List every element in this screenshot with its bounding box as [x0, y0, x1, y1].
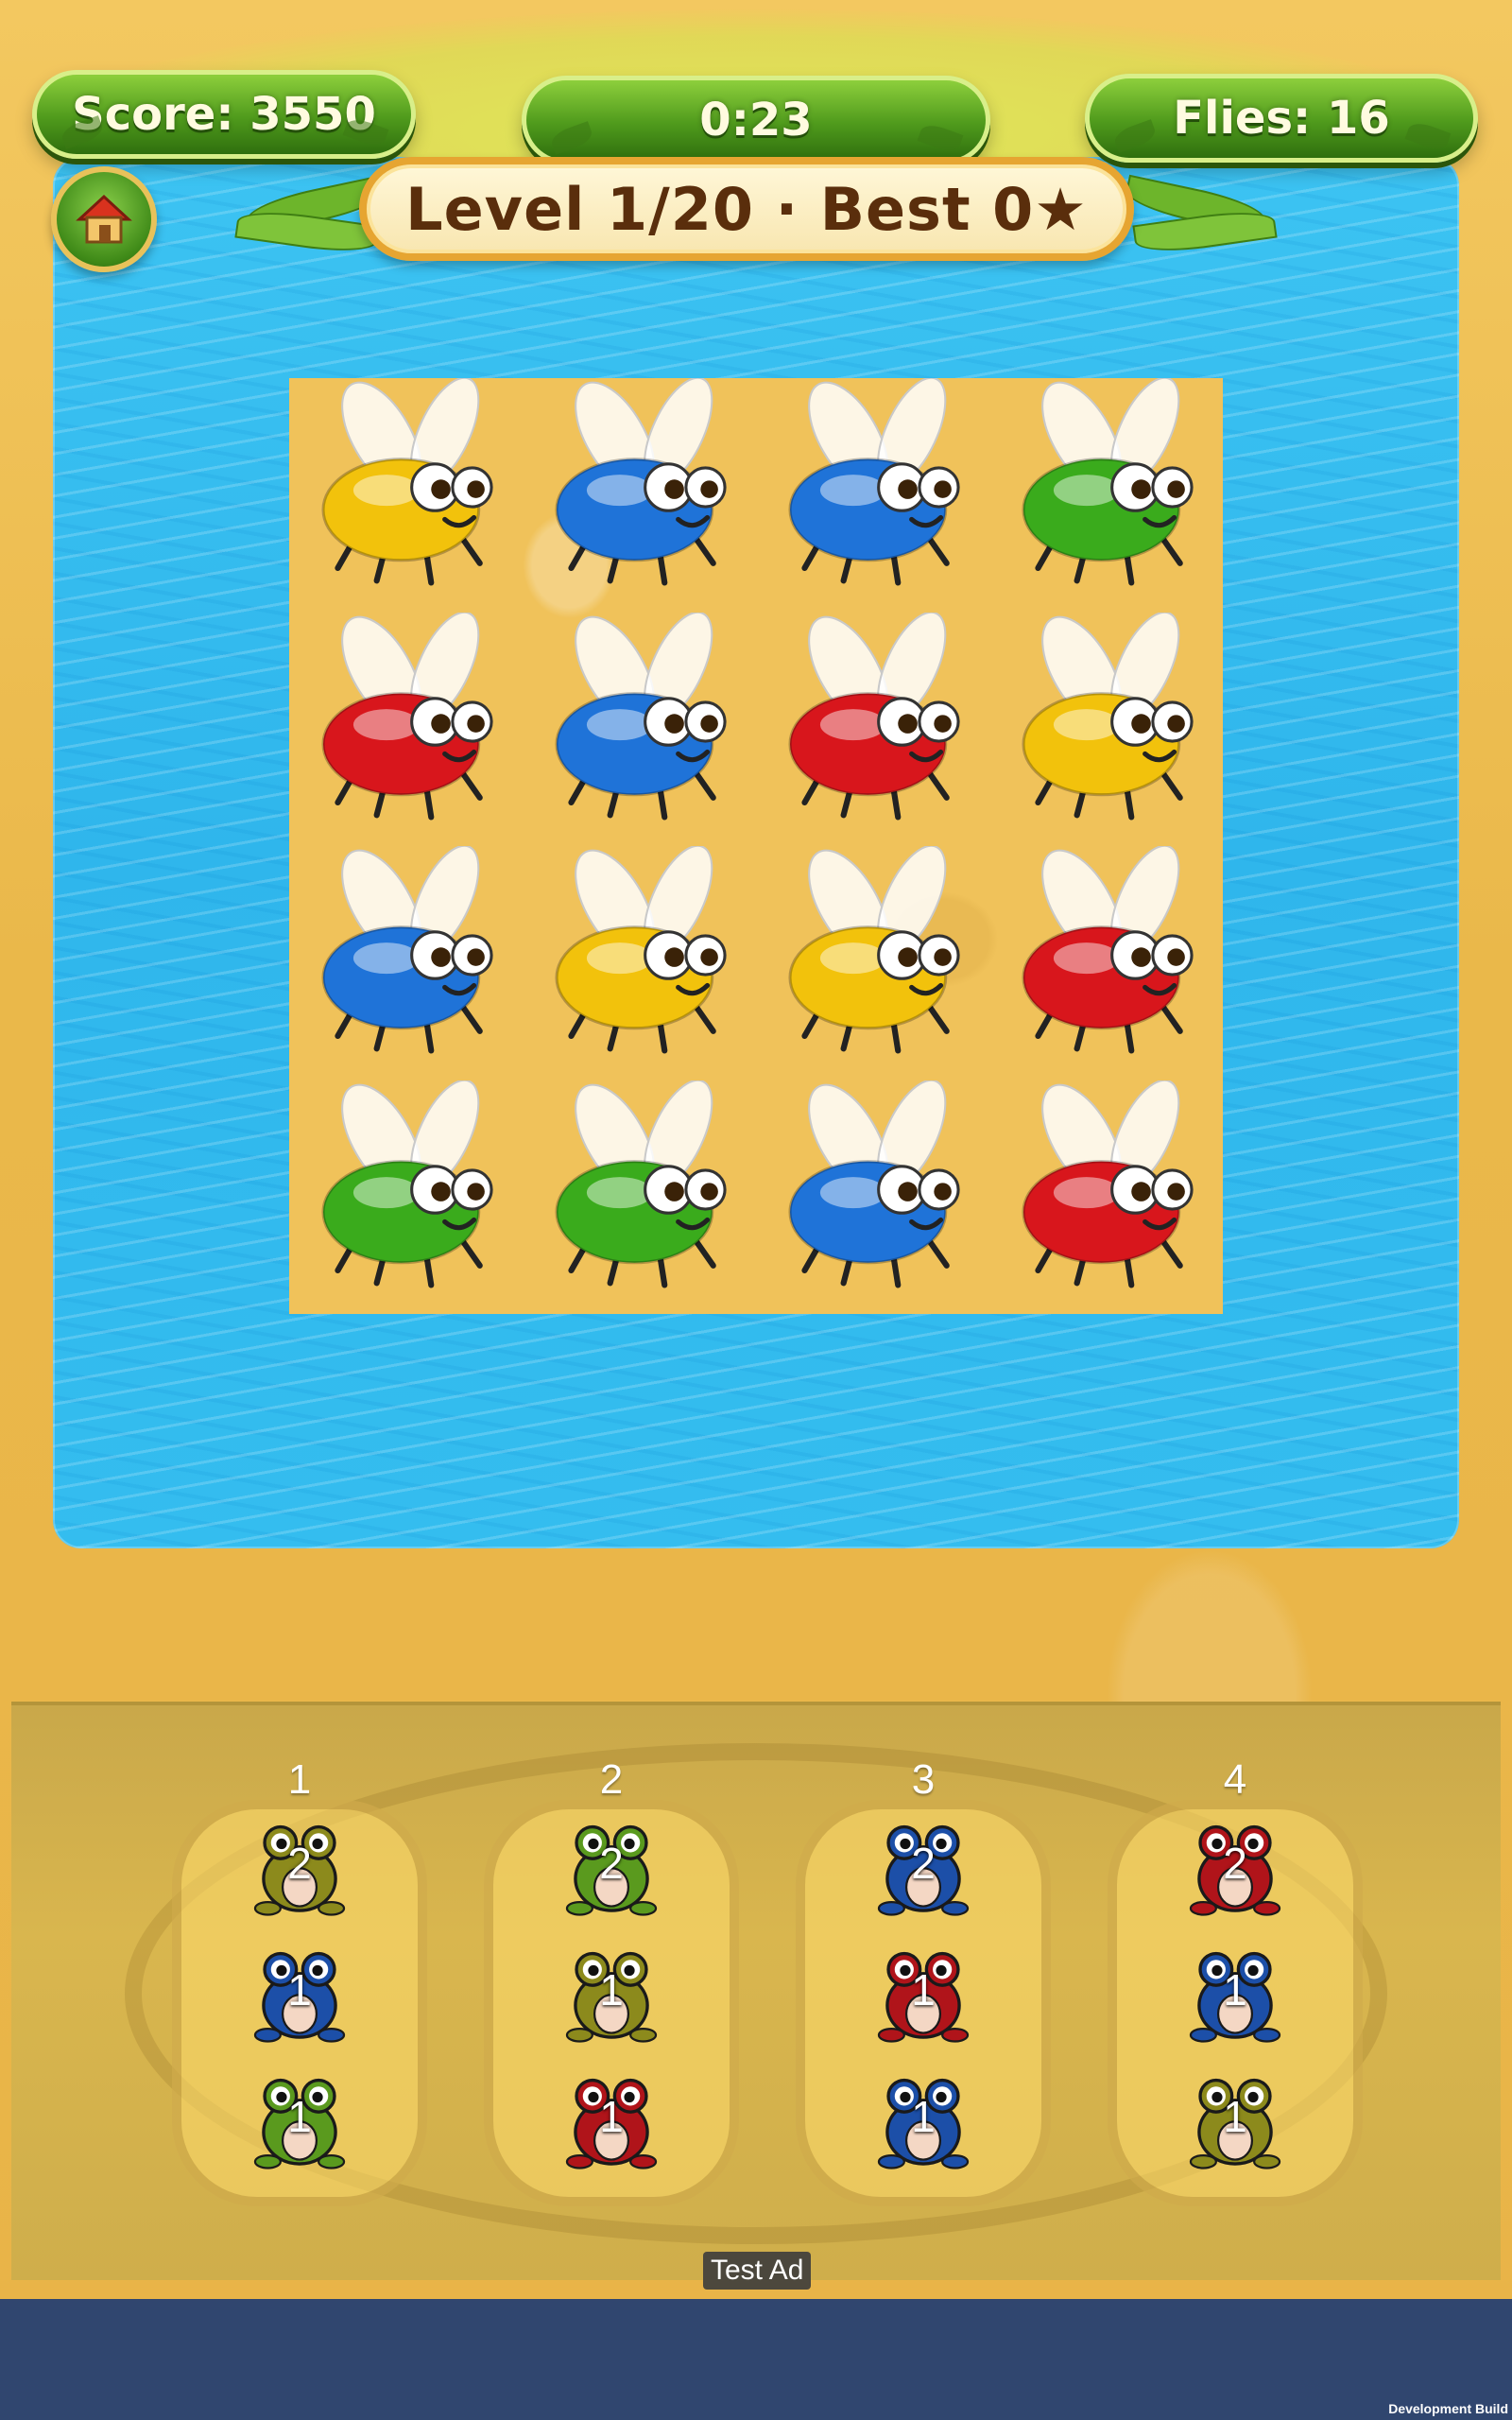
home-icon	[76, 194, 132, 244]
level-banner: Level 1/20 · Best 0★	[359, 157, 1134, 261]
home-button[interactable]	[51, 166, 157, 272]
fly-icon	[788, 378, 960, 586]
fly-icon	[555, 846, 727, 1054]
frog-count: 1	[911, 1965, 936, 2014]
fly-green[interactable]	[989, 378, 1223, 613]
leaf-icon	[548, 121, 595, 155]
fly-icon	[555, 612, 727, 820]
leaf-icon	[1404, 119, 1452, 153]
slot-number: 1	[287, 1756, 312, 1803]
fly-blue[interactable]	[289, 846, 523, 1080]
leaf-icon	[917, 121, 964, 155]
slot-number: 2	[599, 1756, 624, 1803]
frog-red[interactable]: 1	[558, 2066, 664, 2172]
fly-icon	[788, 846, 960, 1054]
fly-icon	[555, 378, 727, 586]
level-text: Level 1/20 · Best 0★	[405, 174, 1088, 244]
frog-olive[interactable]: 1	[558, 1940, 664, 2046]
fly-blue[interactable]	[523, 612, 756, 847]
fly-blue[interactable]	[756, 1080, 989, 1315]
frog-olive[interactable]: 2	[247, 1813, 352, 1919]
fly-icon	[788, 612, 960, 820]
frog-blue[interactable]: 2	[870, 1813, 976, 1919]
frog-count: 1	[287, 1965, 312, 2014]
fly-icon	[321, 612, 493, 820]
frog-olive[interactable]: 1	[1182, 2066, 1288, 2172]
score-display: Score: 3550	[32, 70, 416, 159]
fly-icon	[321, 846, 493, 1054]
fly-icon	[788, 1080, 960, 1288]
score-text: Score: 3550	[72, 88, 376, 141]
fly-green[interactable]	[289, 1080, 523, 1315]
frog-blue[interactable]: 1	[247, 1940, 352, 2046]
frog-count: 2	[287, 1839, 312, 1888]
leaf-icon	[342, 115, 389, 149]
frog-green[interactable]: 2	[558, 1813, 664, 1919]
frog-count: 1	[911, 2092, 936, 2141]
frog-count: 1	[599, 1965, 624, 2014]
leaf-icon	[1111, 119, 1159, 153]
fly-icon	[1022, 846, 1194, 1054]
fly-icon	[1022, 1080, 1194, 1288]
frog-count: 2	[911, 1839, 936, 1888]
fly-icon	[321, 1080, 493, 1288]
frog-count: 1	[599, 2092, 624, 2141]
flies-text: Flies: 16	[1173, 92, 1390, 145]
frog-count: 2	[599, 1839, 624, 1888]
slot-number: 3	[911, 1756, 936, 1803]
frog-tray: 1 2 1 1 2 2 1 1 3 2 1 1 4 2 1 1	[11, 1702, 1501, 2280]
fly-green[interactable]	[523, 1080, 756, 1315]
frog-count: 1	[1223, 2092, 1247, 2141]
fly-red[interactable]	[989, 846, 1223, 1080]
fly-icon	[1022, 378, 1194, 586]
frog-count: 1	[287, 2092, 312, 2141]
test-ad-label[interactable]: Test Ad	[703, 2252, 812, 2290]
frog-green[interactable]: 1	[247, 2066, 352, 2172]
leaf-icon	[59, 115, 106, 149]
ad-banner[interactable]: Development Build	[0, 2299, 1512, 2420]
frog-red[interactable]: 2	[1182, 1813, 1288, 1919]
fly-icon	[321, 378, 493, 586]
fly-yellow[interactable]	[756, 846, 989, 1080]
frog-blue[interactable]: 1	[870, 2066, 976, 2172]
timer-text: 0:23	[699, 94, 813, 147]
frog-count: 2	[1223, 1839, 1247, 1888]
dev-build-label: Development Build	[1388, 2401, 1508, 2416]
fly-icon	[1022, 612, 1194, 820]
fly-icon	[555, 1080, 727, 1288]
frog-count: 1	[1223, 1965, 1247, 2014]
fly-blue[interactable]	[756, 378, 989, 613]
fly-yellow[interactable]	[989, 612, 1223, 847]
fly-red[interactable]	[756, 612, 989, 847]
fly-yellow[interactable]	[289, 378, 523, 613]
flies-counter: Flies: 16	[1085, 74, 1478, 163]
slot-number: 4	[1223, 1756, 1247, 1803]
frog-blue[interactable]: 1	[1182, 1940, 1288, 2046]
fly-red[interactable]	[289, 612, 523, 847]
fly-yellow[interactable]	[523, 846, 756, 1080]
timer-display: 0:23	[522, 76, 990, 164]
fly-blue[interactable]	[523, 378, 756, 613]
fly-red[interactable]	[989, 1080, 1223, 1315]
frog-red[interactable]: 1	[870, 1940, 976, 2046]
fly-board	[289, 378, 1223, 1314]
